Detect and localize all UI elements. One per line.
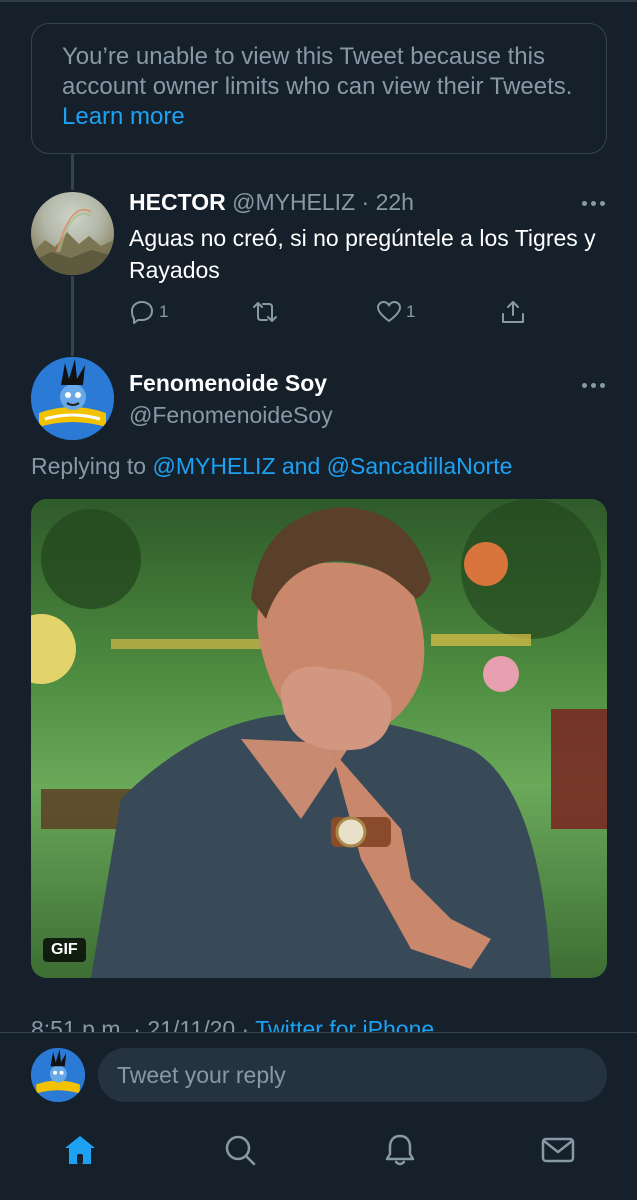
hector-time[interactable]: 22h bbox=[376, 189, 414, 215]
gif-preview-image bbox=[31, 499, 607, 978]
fenomenoide-name[interactable]: Fenomenoide Soy bbox=[129, 370, 327, 397]
replying-to-line: Replying to @MYHELIZ and @SancadillaNort… bbox=[31, 453, 512, 480]
hector-tweet-text: Aguas no creó, si no pregúntele a los Ti… bbox=[129, 225, 596, 283]
learn-more-link[interactable]: Learn more bbox=[62, 103, 185, 130]
messages-icon[interactable] bbox=[540, 1132, 576, 1168]
tweet-source-link[interactable]: Twitter for iPhone bbox=[255, 1016, 434, 1032]
tigres-mascot-icon bbox=[31, 1048, 85, 1102]
home-icon[interactable] bbox=[62, 1132, 98, 1168]
protected-tweet-notice: You’re unable to view this Tweet because… bbox=[31, 23, 607, 154]
more-options-icon[interactable] bbox=[581, 381, 607, 389]
header-dot: · bbox=[355, 189, 376, 215]
tweet-gif-media[interactable]: GIF bbox=[31, 499, 607, 978]
retweet-action[interactable] bbox=[252, 296, 278, 328]
reply-icon bbox=[131, 301, 153, 324]
hector-avatar[interactable] bbox=[31, 192, 114, 275]
hector-tweet-header: HECTOR @MYHELIZ · 22h bbox=[129, 189, 414, 216]
heart-icon bbox=[377, 301, 401, 322]
mention-sancadillanorte[interactable]: @SancadillaNorte bbox=[327, 453, 513, 479]
gif-badge: GIF bbox=[43, 938, 86, 962]
reply-input[interactable]: Tweet your reply bbox=[98, 1048, 607, 1102]
fenomenoide-avatar[interactable] bbox=[31, 357, 114, 440]
retweet-icon bbox=[253, 302, 277, 322]
top-divider bbox=[0, 0, 637, 2]
like-count: 1 bbox=[406, 302, 416, 321]
search-icon[interactable] bbox=[222, 1132, 258, 1168]
reply-count: 1 bbox=[159, 302, 169, 321]
my-avatar[interactable] bbox=[31, 1048, 85, 1102]
hector-name[interactable]: HECTOR bbox=[129, 189, 226, 215]
mention-myheliz[interactable]: @MYHELIZ bbox=[152, 453, 275, 479]
tweet-detail-screen: You’re unable to view this Tweet because… bbox=[0, 0, 637, 1200]
share-icon bbox=[502, 301, 524, 323]
fenomenoide-handle[interactable]: @FenomenoideSoy bbox=[129, 402, 333, 429]
meta-sep-2: · bbox=[235, 1016, 256, 1032]
tweet-date: 21/11/20 bbox=[147, 1016, 236, 1032]
reply-action[interactable]: 1 bbox=[129, 296, 168, 328]
notifications-icon[interactable] bbox=[382, 1132, 418, 1168]
tweet-time: 8:51 p.m. bbox=[31, 1016, 127, 1032]
meta-sep-1: · bbox=[126, 1016, 148, 1032]
tweet-metadata: 8:51 p.m. · 21/11/20 · Twitter for iPhon… bbox=[31, 1014, 434, 1032]
notice-text: You’re unable to view this Tweet because… bbox=[62, 43, 573, 100]
hector-handle[interactable]: @MYHELIZ bbox=[232, 189, 355, 215]
tigres-mascot-icon bbox=[31, 357, 114, 440]
composer-divider bbox=[0, 1032, 637, 1033]
mention-and: and bbox=[275, 453, 327, 479]
thread-connector-bottom bbox=[71, 276, 74, 356]
like-action[interactable]: 1 bbox=[376, 296, 415, 328]
landscape-rainbow-icon bbox=[31, 208, 114, 275]
replying-prefix: Replying to bbox=[31, 453, 153, 479]
share-action[interactable] bbox=[500, 296, 526, 328]
more-options-icon[interactable] bbox=[581, 199, 607, 207]
thread-connector-top bbox=[71, 154, 74, 190]
